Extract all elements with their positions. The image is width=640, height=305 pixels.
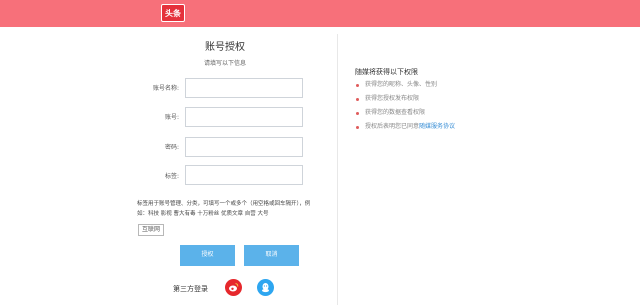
agreement-link[interactable]: 随媒服务协议: [419, 123, 455, 130]
agreement-prefix: 授权后表明您已同意: [365, 123, 420, 130]
list-item: 获得您的数据查看权限: [355, 108, 455, 122]
account-name-input[interactable]: [186, 83, 302, 101]
cancel-button[interactable]: 取消: [244, 245, 299, 266]
bullet-icon: [356, 98, 359, 101]
password-label: 密码:: [164, 144, 179, 151]
toutiao-logo[interactable]: 头条: [161, 4, 185, 22]
permission-text: 获得您的昵称、头像、性别: [365, 81, 438, 88]
permissions-list: 获得您的昵称、头像、性别 获得您授权发布权限 获得您的数据查看权限 授权后表明您…: [355, 80, 455, 136]
password-input[interactable]: [186, 142, 302, 160]
permission-text: 获得您的数据查看权限: [365, 109, 426, 116]
qq-login-button[interactable]: [257, 279, 274, 296]
list-item: 授权后表明您已同意随媒服务协议: [355, 122, 455, 136]
permission-text: 获得您授权发布权限: [365, 95, 420, 102]
qq-icon: [262, 283, 269, 293]
account-name-field[interactable]: [185, 78, 303, 101]
authorize-button[interactable]: 授权: [180, 245, 235, 266]
tag-chip[interactable]: 互联网: [138, 224, 165, 236]
tags-label: 标签:: [164, 173, 179, 180]
top-bar: 头条: [0, 0, 640, 27]
third-party-login-label: 第三方登录: [173, 285, 208, 293]
tags-note: 标签用于账号管理、分类，可填写一个或多个（用空格或回车隔开），例如：科技 影视 …: [137, 201, 311, 217]
weibo-icon: [229, 283, 239, 292]
form-subtitle: 请填写以下信息: [203, 60, 246, 67]
bullet-icon: [356, 112, 359, 115]
panel-divider: [337, 34, 338, 305]
weibo-login-button[interactable]: [225, 279, 242, 296]
permissions-title: 随媒将获得以下权限: [355, 68, 418, 76]
list-item: 获得您授权发布权限: [355, 94, 455, 108]
tags-input[interactable]: [186, 170, 302, 188]
account-label: 账号:: [164, 114, 179, 121]
account-field[interactable]: [185, 107, 303, 130]
list-item: 获得您的昵称、头像、性别: [355, 80, 455, 94]
form-title: 账号授权: [205, 42, 245, 53]
password-field[interactable]: [185, 137, 303, 160]
main-area: [0, 27, 640, 305]
tags-field[interactable]: [185, 165, 303, 188]
account-name-label: 账号名称:: [152, 85, 179, 92]
bullet-icon: [356, 126, 359, 129]
account-input[interactable]: [186, 112, 302, 130]
bullet-icon: [356, 84, 359, 87]
